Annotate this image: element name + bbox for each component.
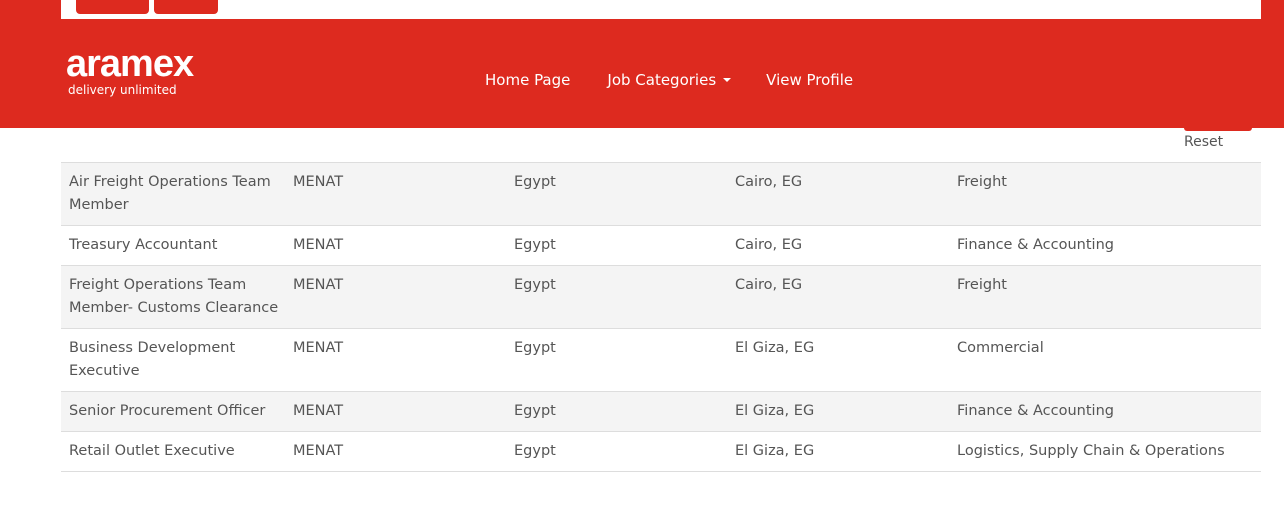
table-row[interactable]: Freight Operations Team Member- Customs … bbox=[61, 266, 1261, 329]
jobs-table: Air Freight Operations Team Member MENAT E… bbox=[61, 162, 1261, 472]
table-row[interactable]: Business Development Executive MENAT Egypt… bbox=[61, 329, 1261, 392]
nav-job-categories-label: Job Categories bbox=[607, 71, 717, 89]
job-region: MENAT bbox=[293, 237, 344, 253]
job-title[interactable]: Treasury Accountant bbox=[61, 226, 293, 265]
job-city: Cairo, EG bbox=[735, 237, 803, 253]
table-row[interactable]: Air Freight Operations Team Member MENAT E… bbox=[61, 163, 1261, 226]
logo-wordmark: aramex bbox=[66, 43, 194, 85]
job-country: Egypt bbox=[514, 403, 556, 419]
logo-tagline: delivery unlimited bbox=[68, 83, 177, 97]
job-title[interactable]: Senior Procurement Officer bbox=[61, 392, 293, 431]
job-city: Cairo, EG bbox=[735, 174, 803, 190]
top-white-bar bbox=[61, 0, 1261, 19]
table-row[interactable]: Treasury Accountant MENAT Egypt Cairo, EG Fi… bbox=[61, 226, 1261, 266]
nav-view-profile[interactable]: View Profile bbox=[766, 71, 853, 89]
job-region: MENAT bbox=[293, 277, 344, 293]
job-category: Finance & Accounting bbox=[957, 403, 1114, 419]
reset-link[interactable]: Reset bbox=[1184, 134, 1252, 150]
site-header: aramex delivery unlimited Home Page Job … bbox=[0, 19, 1284, 128]
caret-down-icon bbox=[723, 78, 732, 82]
job-title[interactable]: Freight Operations Team Member- Customs … bbox=[61, 266, 293, 328]
job-category: Finance & Accounting bbox=[957, 237, 1114, 253]
job-region: MENAT bbox=[293, 403, 344, 419]
job-country: Egypt bbox=[514, 174, 556, 190]
job-title[interactable]: Air Freight Operations Team Member bbox=[61, 163, 293, 225]
job-category: Commercial bbox=[957, 340, 1044, 356]
job-country: Egypt bbox=[514, 237, 556, 253]
job-region: MENAT bbox=[293, 340, 344, 356]
job-country: Egypt bbox=[514, 277, 556, 293]
top-strip bbox=[0, 0, 1284, 19]
top-button-2[interactable] bbox=[154, 0, 218, 14]
main-nav: Home Page Job Categories View Profile bbox=[485, 71, 853, 89]
job-country: Egypt bbox=[514, 340, 556, 356]
job-city: El Giza, EG bbox=[735, 403, 815, 419]
job-title[interactable]: Retail Outlet Executive bbox=[61, 432, 293, 471]
nav-job-categories[interactable]: Job Categories bbox=[607, 71, 732, 89]
job-country: Egypt bbox=[514, 443, 556, 459]
job-city: El Giza, EG bbox=[735, 443, 815, 459]
aramex-logo[interactable]: aramex delivery unlimited bbox=[66, 43, 194, 97]
table-row[interactable]: Retail Outlet Executive MENAT Egypt El Giza… bbox=[61, 432, 1261, 472]
job-city: El Giza, EG bbox=[735, 340, 815, 356]
nav-home-page[interactable]: Home Page bbox=[485, 71, 570, 89]
reset-control[interactable]: Reset bbox=[1184, 128, 1252, 150]
job-title[interactable]: Business Development Executive bbox=[61, 329, 293, 391]
reset-button-edge bbox=[1184, 128, 1252, 131]
top-button-1[interactable] bbox=[76, 0, 149, 14]
job-category: Freight bbox=[957, 277, 1007, 293]
job-category: Freight bbox=[957, 174, 1007, 190]
table-row[interactable]: Senior Procurement Officer MENAT Egypt El G… bbox=[61, 392, 1261, 432]
job-city: Cairo, EG bbox=[735, 277, 803, 293]
job-region: MENAT bbox=[293, 443, 344, 459]
job-category: Logistics, Supply Chain & Operations bbox=[957, 443, 1225, 459]
job-region: MENAT bbox=[293, 174, 344, 190]
